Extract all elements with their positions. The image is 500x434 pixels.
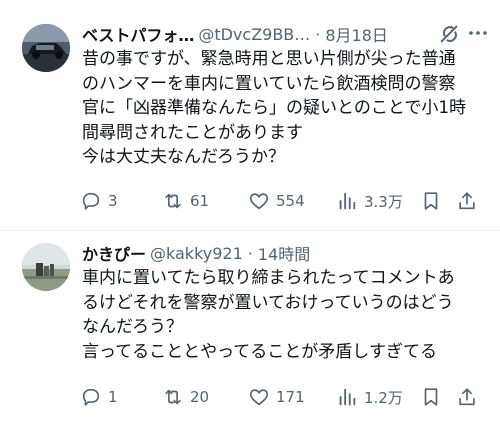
display-name[interactable]: かきぴー	[82, 241, 146, 265]
share-icon	[459, 192, 475, 210]
reply-button[interactable]: 3	[80, 189, 118, 213]
reply-button[interactable]: 1	[80, 385, 118, 409]
avatar[interactable]	[22, 24, 70, 72]
grok-icon[interactable]	[438, 23, 460, 45]
views-button[interactable]: 1.2万	[336, 385, 403, 409]
timeline: ベストパフォ… @tDvcZ9BB… · 8月18日 昔の事ですが、緊急時用と思…	[0, 0, 500, 434]
tweet-text-line: 言ってることとやってることが矛盾しすぎてる	[82, 341, 437, 362]
tweet-header: かきぴー @kakky921 · 14時間	[82, 240, 490, 266]
tweet-text-line: 昔の事ですが、緊急時用と思い片側が尖った普通	[82, 49, 456, 69]
tweet[interactable]: かきぴー @kakky921 · 14時間 車内に置いてたら取り締まられたってコ…	[0, 230, 500, 434]
repost-button[interactable]: 61	[162, 189, 209, 213]
action-bar: 3 61 554 3.3万	[80, 189, 480, 213]
tweet-text-line: 今は大丈夫なんだろうか？	[82, 147, 285, 167]
more-icon[interactable]	[466, 21, 490, 45]
repost-count: 20	[190, 388, 210, 406]
reply-icon	[82, 192, 100, 210]
tweet[interactable]: ベストパフォ… @tDvcZ9BB… · 8月18日 昔の事ですが、緊急時用と思…	[0, 0, 500, 230]
repost-icon	[165, 193, 181, 209]
reply-count: 3	[108, 192, 118, 210]
reply-icon	[82, 388, 100, 406]
timestamp[interactable]: 8月18日	[325, 22, 388, 46]
tweet-text-line: 官に「凶器準備なんたら」の疑いとのことで小1時	[82, 98, 467, 118]
tweet-text: 車内に置いてたら取り締まられたってコメントあ るけどそれを警察が置いておけってい…	[82, 266, 490, 364]
like-count: 171	[276, 388, 305, 406]
repost-icon	[165, 389, 181, 405]
tweet-text-line: るけどそれを警察が置いておけっていうのはどう	[82, 292, 454, 313]
views-icon	[339, 388, 356, 406]
separator-dot: ·	[315, 24, 321, 44]
view-count: 3.3万	[364, 192, 403, 211]
repost-count: 61	[190, 192, 210, 210]
display-name[interactable]: ベストパフォ…	[82, 22, 194, 46]
user-handle[interactable]: @tDvcZ9BB…	[198, 25, 310, 44]
repost-button[interactable]: 20	[162, 385, 209, 409]
like-icon	[249, 389, 269, 406]
views-icon	[339, 192, 356, 210]
tweet-text-line: のハンマーを車内に置いていたら飲酒検問の警察	[82, 73, 456, 94]
share-button[interactable]	[456, 385, 478, 409]
bookmark-icon	[424, 388, 438, 406]
tweet-text: 昔の事ですが、緊急時用と思い片側が尖った普通 のハンマーを車内に置いていたら飲酒…	[82, 47, 490, 170]
separator-dot: ·	[247, 243, 253, 263]
view-count: 1.2万	[364, 388, 403, 407]
views-button[interactable]: 3.3万	[336, 189, 403, 213]
share-icon	[459, 388, 475, 406]
bookmark-icon	[424, 192, 438, 210]
share-button[interactable]	[456, 189, 478, 213]
like-button[interactable]: 554	[248, 189, 305, 213]
tweet-text-line: 間尋問されたことがあります	[82, 122, 303, 143]
tweet-text-line: 車内に置いてたら取り締まられたってコメントあ	[82, 268, 455, 288]
action-bar: 1 20 171 1.2万	[80, 385, 480, 409]
like-count: 554	[276, 192, 305, 210]
like-icon	[249, 193, 269, 210]
timestamp[interactable]: 14時間	[258, 241, 310, 265]
user-handle[interactable]: @kakky921	[150, 244, 243, 263]
bookmark-button[interactable]	[420, 385, 442, 409]
like-button[interactable]: 171	[248, 385, 305, 409]
landscape-photo-avatar	[22, 243, 70, 291]
tweet-text-line: なんだろう？	[82, 317, 183, 337]
avatar[interactable]	[22, 243, 70, 291]
reply-count: 1	[108, 388, 118, 406]
bookmark-button[interactable]	[420, 189, 442, 213]
car-photo-avatar	[22, 24, 70, 72]
tweet-header: ベストパフォ… @tDvcZ9BB… · 8月18日	[82, 21, 490, 47]
